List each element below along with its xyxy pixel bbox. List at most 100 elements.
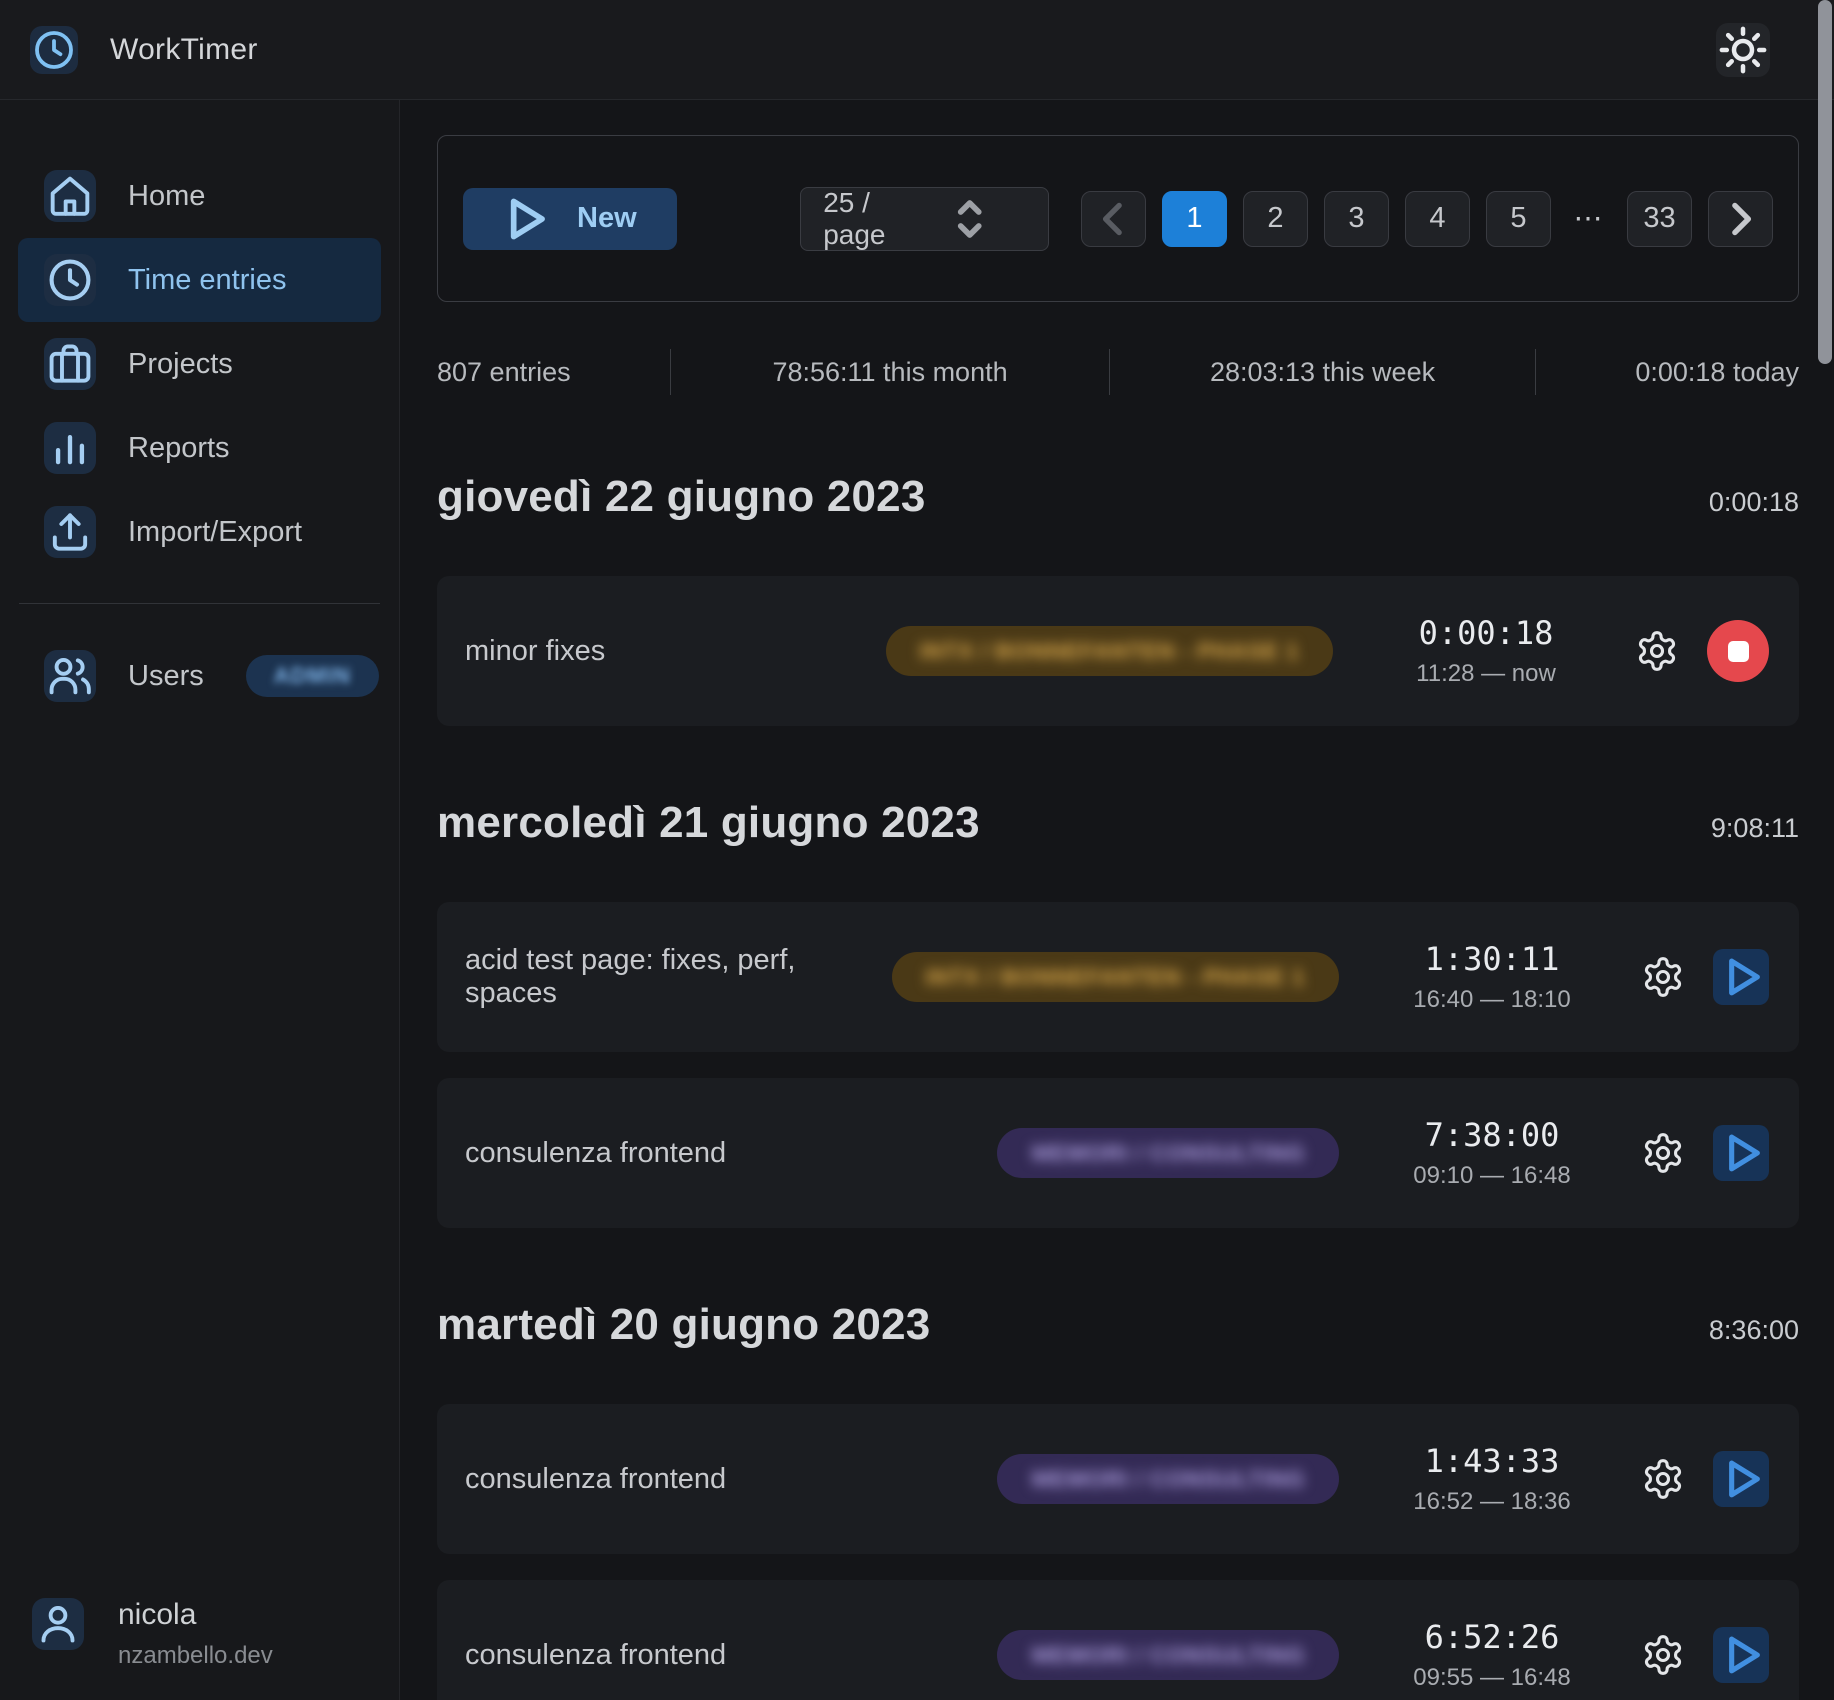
day-total: 9:08:11 — [1711, 813, 1799, 844]
entry-title: consulenza frontend — [465, 1463, 997, 1496]
day-section: martedì 20 giugno 2023 8:36:00 consulenz… — [437, 1300, 1799, 1700]
day-date: giovedì 22 giugno 2023 — [437, 472, 926, 522]
stat-this-week: 28:03:13 this week — [1110, 357, 1535, 388]
stat-this-month: 78:56:11 this month — [671, 357, 1109, 388]
project-badge: MEMORI / CONSULTING — [997, 1454, 1339, 1504]
entry-duration: 0:00:18 — [1419, 614, 1554, 652]
stat-total-entries: 807 entries — [437, 357, 670, 388]
start-timer-button[interactable] — [1713, 1627, 1769, 1683]
user-icon-box — [32, 1598, 84, 1650]
new-button-label: New — [577, 202, 637, 235]
entry-title: acid test page: fixes, perf, spaces — [465, 944, 892, 1010]
next-page-button[interactable] — [1708, 191, 1773, 247]
time-entry-card: consulenza frontend MEMORI / CONSULTING … — [437, 1078, 1799, 1228]
entry-time-block: 0:00:18 11:28 — now — [1371, 614, 1601, 688]
time-entry-card: consulenza frontend MEMORI / CONSULTING … — [437, 1580, 1799, 1700]
page-button-1[interactable]: 1 — [1162, 191, 1227, 247]
users-label: Users — [128, 660, 204, 693]
entry-time-range: 11:28 — now — [1416, 660, 1556, 688]
day-entries: consulenza frontend MEMORI / CONSULTING … — [437, 1404, 1799, 1700]
entry-title: minor fixes — [465, 635, 886, 668]
app-title: WorkTimer — [110, 33, 258, 67]
sidebar-item-time-entries[interactable]: Time entries — [18, 238, 381, 322]
day-section: giovedì 22 giugno 2023 0:00:18 minor fix… — [437, 472, 1799, 726]
entry-time-range: 09:10 — 16:48 — [1413, 1162, 1570, 1190]
entry-duration: 1:43:33 — [1425, 1442, 1560, 1480]
time-entry-days: giovedì 22 giugno 2023 0:00:18 minor fix… — [437, 472, 1799, 1700]
scrollbar-thumb[interactable] — [1818, 0, 1832, 364]
day-section: mercoledì 21 giugno 2023 9:08:11 acid te… — [437, 798, 1799, 1228]
new-entry-button[interactable]: New — [463, 188, 677, 250]
sidebar-item-users[interactable]: Users ADMIN — [0, 650, 399, 702]
sidebar: Home Time entries Projects Reports Impor… — [0, 100, 400, 1700]
sidebar-nav: Home Time entries Projects Reports Impor… — [0, 100, 399, 574]
project-badge: MEMORI / CONSULTING — [997, 1128, 1339, 1178]
entry-duration: 6:52:26 — [1425, 1618, 1560, 1656]
page-button-5[interactable]: 5 — [1486, 191, 1551, 247]
day-date: martedì 20 giugno 2023 — [437, 1300, 930, 1350]
entry-duration: 1:30:11 — [1425, 940, 1560, 978]
user-profile[interactable]: nicola nzambello.dev — [32, 1598, 273, 1670]
users-icon-box — [44, 650, 96, 702]
entry-time-block: 1:43:33 16:52 — 18:36 — [1377, 1442, 1607, 1516]
page-size-value: 25 / page — [823, 187, 888, 251]
start-timer-button[interactable] — [1713, 949, 1769, 1005]
entry-settings-button[interactable] — [1641, 1633, 1685, 1677]
day-total: 0:00:18 — [1709, 487, 1799, 518]
toolbar: New 25 / page 12345 ⋯ 33 — [437, 135, 1799, 302]
time-entry-card: acid test page: fixes, perf, spaces INTX… — [437, 902, 1799, 1052]
entry-title: consulenza frontend — [465, 1137, 997, 1170]
sidebar-item-projects[interactable]: Projects — [0, 322, 399, 406]
time-entry-card: consulenza frontend MEMORI / CONSULTING … — [437, 1404, 1799, 1554]
entry-time-block: 6:52:26 09:55 — 16:48 — [1377, 1618, 1607, 1692]
top-bar: WorkTimer — [0, 0, 1834, 100]
pagination-controls: 25 / page 12345 ⋯ 33 — [800, 187, 1773, 251]
entry-time-range: 16:52 — 18:36 — [1413, 1488, 1570, 1516]
day-header: giovedì 22 giugno 2023 0:00:18 — [437, 472, 1799, 532]
day-header: mercoledì 21 giugno 2023 9:08:11 — [437, 798, 1799, 858]
last-page-button[interactable]: 33 — [1627, 191, 1692, 247]
main-content: New 25 / page 12345 ⋯ 33 807 entries 7 — [400, 100, 1834, 1700]
profile-domain: nzambello.dev — [118, 1642, 273, 1670]
stop-icon — [1728, 641, 1749, 662]
entry-time-range: 09:55 — 16:48 — [1413, 1664, 1570, 1692]
app-logo — [30, 26, 78, 74]
entry-time-block: 7:38:00 09:10 — 16:48 — [1377, 1116, 1607, 1190]
project-badge: MEMORI / CONSULTING — [997, 1630, 1339, 1680]
sidebar-item-home[interactable]: Home — [0, 154, 399, 238]
entry-settings-button[interactable] — [1641, 1457, 1685, 1501]
entry-settings-button[interactable] — [1635, 629, 1679, 673]
page-button-3[interactable]: 3 — [1324, 191, 1389, 247]
entry-settings-button[interactable] — [1641, 1131, 1685, 1175]
page-size-select[interactable]: 25 / page — [800, 187, 1049, 251]
admin-badge: ADMIN — [246, 655, 379, 697]
start-timer-button[interactable] — [1713, 1125, 1769, 1181]
page-number-buttons: 12345 — [1162, 191, 1551, 247]
profile-name: nicola — [118, 1598, 273, 1632]
pager: 12345 ⋯ 33 — [1081, 191, 1773, 247]
page-button-2[interactable]: 2 — [1243, 191, 1308, 247]
project-badge: INTX / BONNEFANTEN - PHASE 1 — [892, 952, 1339, 1002]
sidebar-divider — [19, 603, 380, 604]
day-entries: minor fixes INTX / BONNEFANTEN - PHASE 1… — [437, 576, 1799, 726]
day-header: martedì 20 giugno 2023 8:36:00 — [437, 1300, 1799, 1360]
theme-toggle-button[interactable] — [1716, 23, 1770, 77]
sidebar-item-reports[interactable]: Reports — [0, 406, 399, 490]
start-timer-button[interactable] — [1713, 1451, 1769, 1507]
time-entry-card: minor fixes INTX / BONNEFANTEN - PHASE 1… — [437, 576, 1799, 726]
page-button-4[interactable]: 4 — [1405, 191, 1470, 247]
stop-timer-button[interactable] — [1707, 620, 1769, 682]
prev-page-button[interactable] — [1081, 191, 1146, 247]
day-date: mercoledì 21 giugno 2023 — [437, 798, 980, 848]
entry-time-range: 16:40 — 18:10 — [1413, 986, 1570, 1014]
day-total: 8:36:00 — [1709, 1315, 1799, 1346]
entry-duration: 7:38:00 — [1425, 1116, 1560, 1154]
entry-settings-button[interactable] — [1641, 955, 1685, 999]
entry-title: consulenza frontend — [465, 1639, 997, 1672]
day-entries: acid test page: fixes, perf, spaces INTX… — [437, 902, 1799, 1228]
stats-row: 807 entries 78:56:11 this month 28:03:13… — [437, 344, 1799, 400]
entry-time-block: 1:30:11 16:40 — 18:10 — [1377, 940, 1607, 1014]
sidebar-item-import-export[interactable]: Import/Export — [0, 490, 399, 574]
project-badge: INTX / BONNEFANTEN - PHASE 1 — [886, 626, 1333, 676]
stat-today: 0:00:18 today — [1536, 357, 1799, 388]
